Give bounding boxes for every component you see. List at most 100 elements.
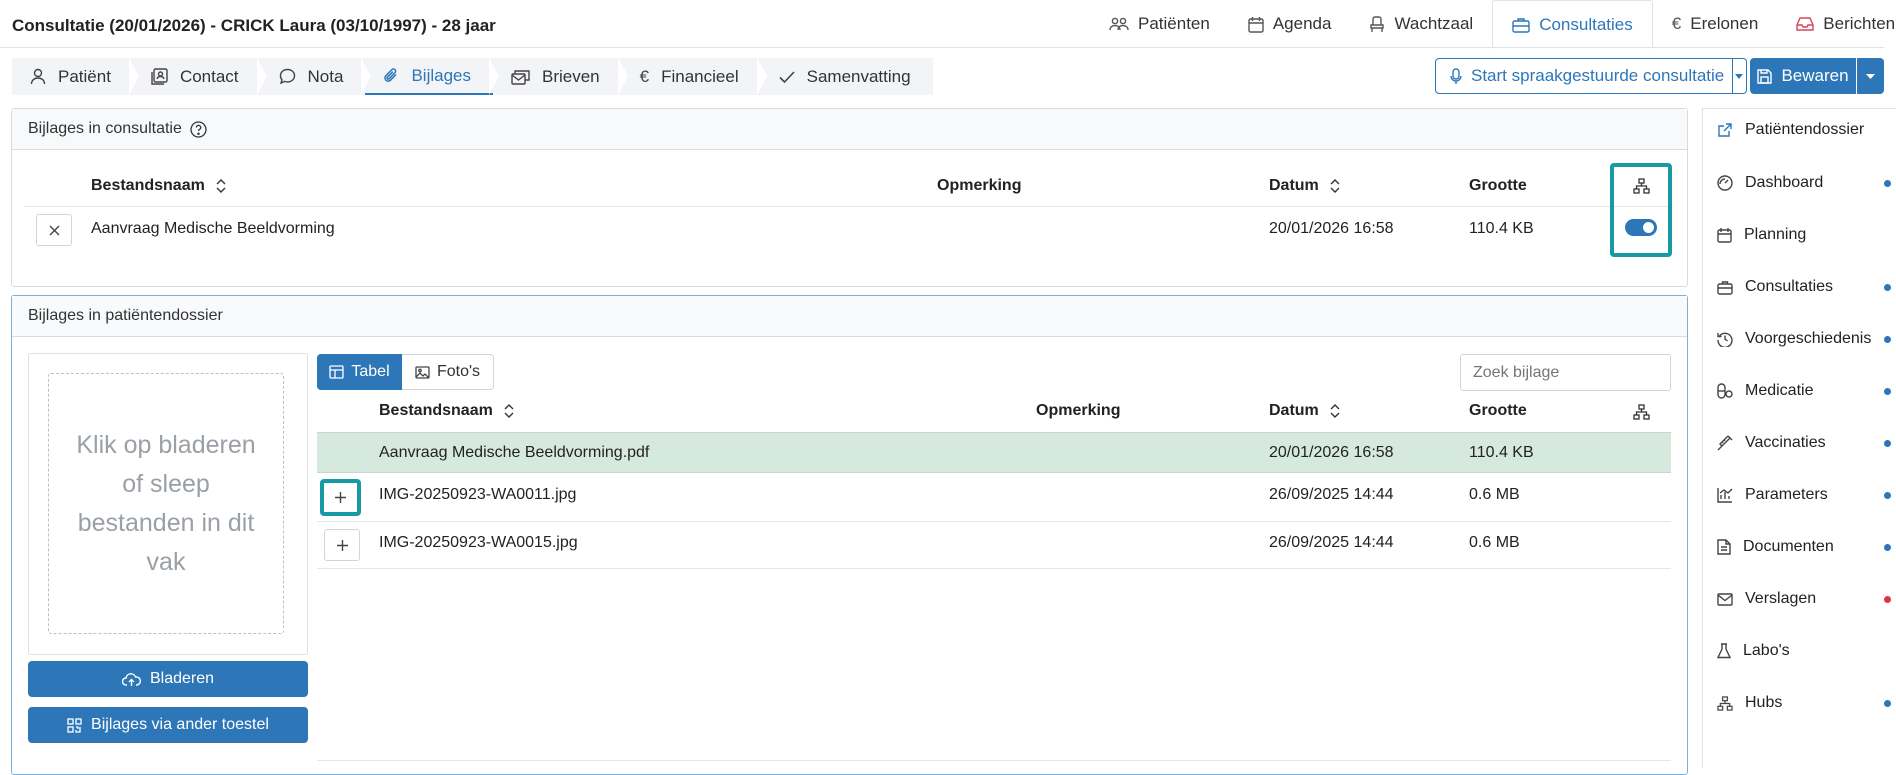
add-attachment-button[interactable] (320, 479, 361, 516)
remove-attachment-button[interactable] (36, 214, 72, 246)
sidebar-item-label: Dashboard (1745, 174, 1824, 191)
sidebar-item-label: Planning (1744, 226, 1807, 243)
user-icon (30, 68, 46, 85)
status-dot (1884, 492, 1891, 499)
pill-icon (1717, 383, 1733, 399)
sidebar-item-labos[interactable]: Labo's (1717, 642, 1896, 660)
tab-label: Bijlages (411, 65, 471, 85)
top-navigation: Patiënten Agenda Wachtzaal Consultaties … (1090, 0, 1896, 49)
attachment-size: 110.4 KB (1469, 444, 1534, 461)
sidebar-item-patientendossier[interactable]: Patiëntendossier (1717, 121, 1896, 139)
sidebar-item-planning[interactable]: Planning (1717, 226, 1896, 244)
table-bottom-divider (317, 760, 1671, 761)
consultation-tabs: Patiënt Contact Nota Bijlages Brieven € … (12, 58, 933, 95)
view-table-button[interactable]: Tabel (317, 354, 402, 390)
tab-label: Samenvatting (806, 66, 911, 86)
attachment-size: 0.6 MB (1469, 534, 1520, 551)
add-attachment-button[interactable] (324, 529, 360, 561)
sort-icon[interactable] (215, 178, 227, 194)
sidebar-item-parameters[interactable]: Parameters (1717, 486, 1896, 504)
column-label: Bestandsnaam (379, 402, 493, 419)
view-photos-label: Foto's (436, 363, 481, 380)
nav-label: Wachtzaal (1394, 14, 1474, 33)
row-divider (317, 521, 1671, 522)
start-voice-consultation-button[interactable]: Start spraakgestuurde consultatie (1435, 58, 1746, 94)
sidebar-item-documenten[interactable]: Documenten (1717, 538, 1896, 556)
sidebar-item-verslagen[interactable]: Verslagen (1717, 590, 1896, 608)
browse-button[interactable]: Bladeren (28, 661, 308, 697)
attachment-date: 20/01/2026 16:58 (1269, 220, 1394, 237)
panel-title: Bijlages in consultatie (28, 120, 182, 137)
patient-sidebar: Patiëntendossier Dashboard Planning Cons… (1702, 108, 1896, 768)
help-icon[interactable] (190, 120, 207, 138)
nav-erelonen[interactable]: € Erelonen (1653, 0, 1778, 48)
sort-icon[interactable] (503, 403, 515, 419)
header-divider (0, 47, 1884, 48)
nav-wachtzaal[interactable]: Wachtzaal (1350, 0, 1492, 48)
panel-header: Bijlages in consultatie (12, 109, 1687, 150)
nav-agenda[interactable]: Agenda (1229, 0, 1351, 48)
sidebar-item-dashboard[interactable]: Dashboard (1717, 174, 1896, 192)
nav-consultaties[interactable]: Consultaties (1492, 0, 1653, 49)
column-header-date[interactable]: Datum (1269, 177, 1341, 195)
status-dot (1884, 700, 1891, 707)
dropzone[interactable]: Klik op bladeren of sleep bestanden in d… (48, 373, 284, 634)
sidebar-item-label: Hubs (1745, 694, 1783, 711)
view-photos-button[interactable]: Foto's (402, 354, 494, 390)
tab-bijlages[interactable]: Bijlages (365, 58, 499, 95)
sort-icon[interactable] (1329, 178, 1341, 194)
tab-patient[interactable]: Patiënt (12, 58, 139, 95)
voice-split-divider (1732, 58, 1733, 94)
history-icon (1717, 331, 1733, 347)
hub-icon (1633, 178, 1650, 194)
voice-dropdown-toggle[interactable] (1732, 58, 1747, 94)
tab-label: Financieel (661, 66, 739, 86)
euro-icon: € (1671, 14, 1682, 33)
tab-label: Nota (307, 66, 344, 86)
sidebar-item-consultaties[interactable]: Consultaties (1717, 278, 1896, 296)
browse-label: Bladeren (149, 670, 215, 687)
image-icon (415, 365, 430, 379)
share-toggle[interactable] (1625, 219, 1657, 236)
attachment-date: 26/09/2025 14:44 (1269, 534, 1394, 551)
tab-brieven[interactable]: Brieven (493, 58, 628, 95)
attachment-name: Aanvraag Medische Beeldvorming.pdf (379, 444, 650, 461)
sidebar-item-voorgeschiedenis[interactable]: Voorgeschiedenis (1717, 330, 1896, 348)
column-header-size: Grootte (1469, 177, 1527, 194)
consult-attachments-panel: Bijlages in consultatie (11, 108, 1688, 287)
chart-icon (1717, 487, 1733, 503)
column-header-name[interactable]: Bestandsnaam (379, 402, 515, 420)
sidebar-item-hubs[interactable]: Hubs (1717, 694, 1896, 712)
nav-berichten[interactable]: Berichten (1777, 0, 1896, 48)
column-label: Bestandsnaam (91, 177, 205, 194)
nav-label: Agenda (1272, 14, 1332, 33)
search-attachment-input[interactable] (1460, 354, 1671, 391)
sidebar-item-label: Voorgeschiedenis (1745, 330, 1872, 347)
nav-patienten[interactable]: Patiënten (1090, 0, 1229, 48)
panel-header: Bijlages in patiëntendossier (12, 296, 1687, 337)
tab-contact[interactable]: Contact (133, 58, 267, 95)
save-button[interactable]: Bewaren (1750, 58, 1856, 94)
column-header-date[interactable]: Datum (1269, 402, 1341, 420)
attachment-name: IMG-20250923-WA0011.jpg (379, 486, 577, 503)
tab-nota[interactable]: Nota (261, 58, 372, 95)
nav-label: Berichten (1823, 14, 1896, 33)
column-header-name[interactable]: Bestandsnaam (91, 177, 227, 195)
tab-financieel[interactable]: € Financieel (622, 58, 767, 95)
briefcase-icon (1717, 280, 1733, 295)
sidebar-item-label: Patiëntendossier (1745, 121, 1865, 138)
sidebar-item-medicatie[interactable]: Medicatie (1717, 382, 1896, 400)
syringe-icon (1717, 435, 1733, 451)
sidebar-item-label: Labo's (1743, 642, 1790, 659)
sidebar-item-vaccinaties[interactable]: Vaccinaties (1717, 434, 1896, 452)
column-header-size: Grootte (1469, 402, 1527, 419)
check-icon (779, 70, 795, 84)
tab-label: Patiënt (58, 66, 111, 86)
sort-icon[interactable] (1329, 403, 1341, 419)
save-dropdown-toggle[interactable] (1857, 58, 1884, 94)
status-dot (1884, 388, 1891, 395)
other-device-button[interactable]: Bijlages via ander toestel (28, 707, 308, 743)
status-dot (1884, 440, 1891, 447)
tab-samenvatting[interactable]: Samenvatting (761, 58, 933, 95)
hub-icon (1633, 404, 1650, 420)
